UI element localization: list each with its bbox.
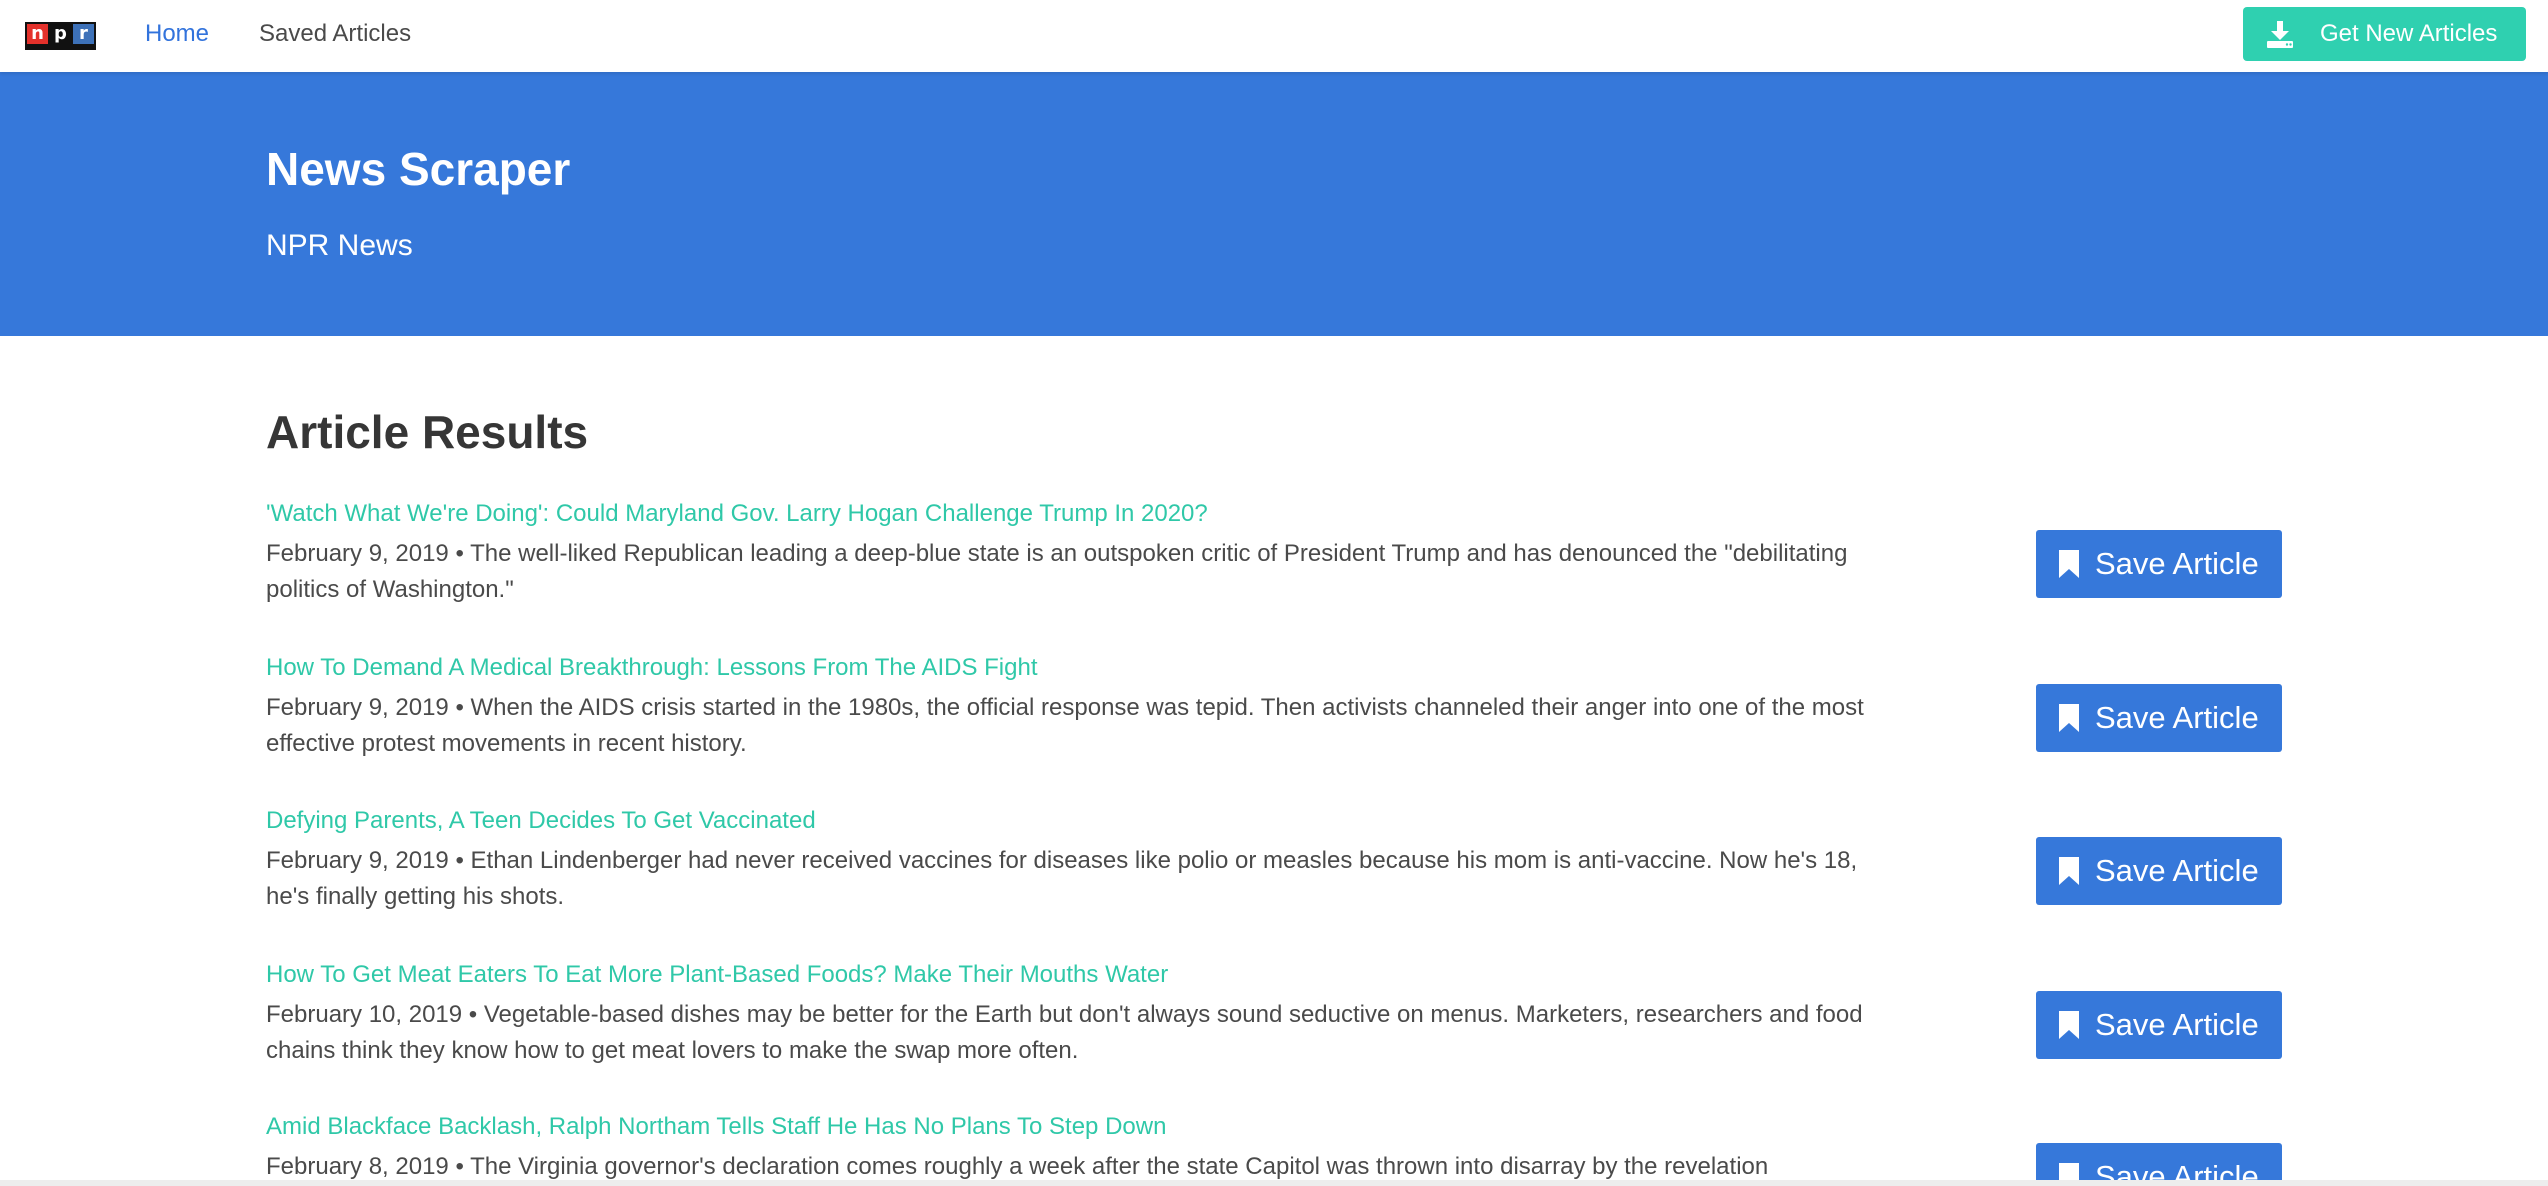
logo-letter-p: p — [50, 24, 71, 44]
top-navbar: n p r Home Saved Articles Get New Articl… — [0, 0, 2548, 72]
hero-subtitle: NPR News — [266, 229, 413, 262]
page-bottom-edge — [0, 1180, 2548, 1186]
article-item: 'Watch What We're Doing': Could Maryland… — [266, 500, 2284, 650]
article-item: Defying Parents, A Teen Decides To Get V… — [266, 807, 2284, 957]
get-new-articles-button[interactable]: Get New Articles — [2243, 7, 2526, 61]
bookmark-icon — [2058, 1010, 2080, 1040]
save-article-label: Save Article — [2095, 1007, 2259, 1042]
save-article-label: Save Article — [2095, 853, 2259, 888]
logo-letter-r: r — [73, 24, 94, 44]
article-summary: February 8, 2019 • The Virginia governor… — [266, 1153, 1769, 1180]
hero-banner: News Scraper NPR News — [0, 72, 2548, 336]
logo-letter-n: n — [27, 24, 48, 44]
save-article-button[interactable]: Save Article — [2036, 530, 2282, 598]
article-title-link[interactable]: Defying Parents, A Teen Decides To Get V… — [266, 807, 816, 835]
article-item: How To Demand A Medical Breakthrough: Le… — [266, 654, 2284, 804]
bookmark-icon — [2058, 549, 2080, 579]
bookmark-icon — [2058, 856, 2080, 886]
save-article-button[interactable]: Save Article — [2036, 1143, 2282, 1180]
article-item: How To Get Meat Eaters To Eat More Plant… — [266, 961, 2284, 1111]
article-results-heading: Article Results — [266, 406, 589, 458]
article-title-link[interactable]: How To Get Meat Eaters To Eat More Plant… — [266, 961, 1168, 989]
nav-home-link[interactable]: Home — [145, 0, 209, 72]
download-icon — [2265, 19, 2295, 49]
article-summary: February 9, 2019 • Ethan Lindenberger ha… — [266, 847, 1858, 910]
get-new-articles-label: Get New Articles — [2320, 20, 2498, 47]
bookmark-icon — [2058, 703, 2080, 733]
article-title-link[interactable]: Amid Blackface Backlash, Ralph Northam T… — [266, 1113, 1166, 1141]
npr-logo[interactable]: n p r — [25, 22, 96, 50]
bookmark-icon — [2058, 1162, 2080, 1180]
article-summary: February 9, 2019 • The well-liked Republ… — [266, 540, 1848, 603]
nav-saved-articles-link[interactable]: Saved Articles — [259, 0, 411, 72]
article-summary: February 9, 2019 • When the AIDS crisis … — [266, 694, 1864, 757]
article-title-link[interactable]: 'Watch What We're Doing': Could Maryland… — [266, 500, 1208, 528]
save-article-button[interactable]: Save Article — [2036, 684, 2282, 752]
hero-title: News Scraper — [266, 143, 571, 195]
save-article-button[interactable]: Save Article — [2036, 837, 2282, 905]
article-title-link[interactable]: How To Demand A Medical Breakthrough: Le… — [266, 654, 1038, 682]
save-article-label: Save Article — [2095, 700, 2259, 735]
save-article-label: Save Article — [2095, 1159, 2259, 1180]
article-summary: February 10, 2019 • Vegetable-based dish… — [266, 1001, 1863, 1064]
article-item: Amid Blackface Backlash, Ralph Northam T… — [266, 1113, 2284, 1180]
save-article-button[interactable]: Save Article — [2036, 991, 2282, 1059]
save-article-label: Save Article — [2095, 546, 2259, 581]
